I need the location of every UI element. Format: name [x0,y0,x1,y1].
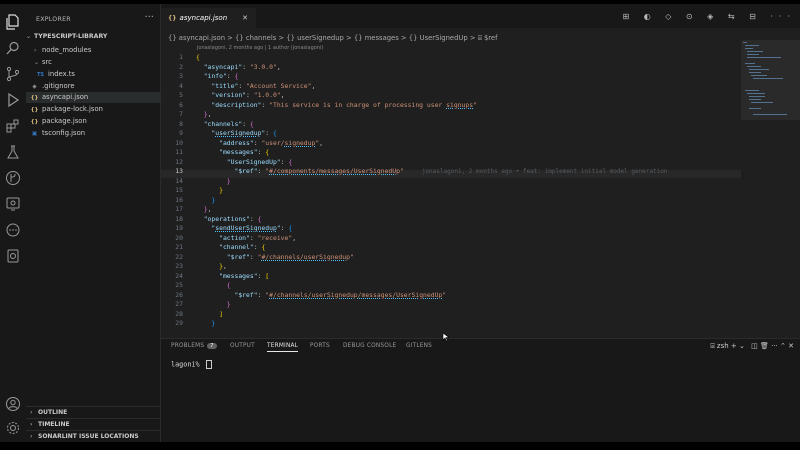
tree-item-label: node_modules [42,46,92,54]
explorer-title: EXPLORER [36,16,71,23]
terminal-prompt[interactable]: lagoni% [171,360,212,369]
close-icon[interactable]: ✕ [242,8,248,28]
trash-icon[interactable]: 🗑 [760,342,769,350]
tree-item-label: .gitignore [42,82,75,90]
chevron-right-icon: › [34,47,37,54]
run-debug-icon[interactable] [5,92,21,108]
minimap[interactable] [741,28,800,338]
tab-bar: {} asyncapi.json ✕ ⊞ ◐ ◇ ⊙ ◈ ⇆ ⊟ ··· [161,4,800,28]
tree-item-label: asyncapi.json [42,93,89,101]
tree-item-tsconfig-json[interactable]: ▣ tsconfig.json [26,128,164,139]
json-icon: {} [30,119,39,125]
new-terminal-icon[interactable]: + [731,342,737,350]
inline-blame[interactable]: jonaslagoni, 2 months ago • feat: implem… [422,168,668,175]
explorer-icon[interactable] [5,14,21,30]
json-icon: {} [30,107,39,113]
tree-item-package-json[interactable]: {} package.json [26,116,164,127]
panel-actions: ⌸ zsh + ⌄ ◫ 🗑 ··· ⌃ ✕ [710,342,794,351]
more-actions-icon[interactable]: ··· [144,12,154,23]
gitlens-icon[interactable] [5,170,21,186]
tree-item-gitignore[interactable]: ◆ .gitignore [26,81,164,92]
more-actions-icon[interactable]: ··· [771,342,778,350]
tab-output[interactable]: OUTPUT [230,343,255,349]
split-terminal-icon[interactable]: ◫ [751,342,758,350]
tree-item-asyncapi-json[interactable]: {} asyncapi.json [26,92,164,103]
section-label: OUTLINE [38,409,68,416]
chevron-right-icon: › [30,433,33,440]
breadcrumb[interactable]: {} asyncapi.json > {} channels > {} user… [168,34,498,43]
database-icon[interactable] [5,248,21,264]
project-folder[interactable]: ⌄ TYPESCRIPT-LIBRARY [26,31,160,42]
testing-icon[interactable] [5,144,21,160]
mouse-pointer-icon [442,332,450,342]
terminal-icon: ⌸ [710,342,715,350]
account-icon[interactable] [5,396,21,412]
more-icon[interactable] [5,222,21,238]
tab-label: PROBLEMS [171,343,205,349]
prompt-text: lagoni% [171,360,204,369]
activity-bar [0,4,27,442]
search-icon[interactable] [5,40,21,56]
tree-item-label: tsconfig.json [42,129,86,137]
tsconfig-icon: ▣ [31,131,38,137]
tree-item-package-lock-json[interactable]: {} package-lock.json [26,104,164,115]
terminal-cursor [205,360,212,369]
tab-debug-console[interactable]: DEBUG CONSOLE [343,343,396,349]
settings-gear-icon[interactable] [5,420,21,436]
close-icon[interactable]: ✕ [788,342,794,350]
shell-name[interactable]: zsh [717,342,729,350]
project-label: TYPESCRIPT-LIBRARY [34,33,108,40]
tree-item-src[interactable]: ⌄ src [26,57,168,68]
tab-problems[interactable]: PROBLEMS 7 [171,343,217,349]
chevron-down-icon[interactable]: ⌄ [739,342,745,350]
json-icon: {} [30,95,39,101]
problems-count-badge: 7 [207,343,217,349]
json-icon: {} [168,15,177,22]
blame-header[interactable]: jonaslagoni, 2 months ago | 1 author (jo… [197,45,323,51]
extensions-icon[interactable] [5,118,21,134]
source-control-icon[interactable] [5,66,21,82]
maximize-panel-icon[interactable]: ⌃ [780,342,786,350]
sonarlint-section[interactable]: › SONARLINT ISSUE LOCATIONS [26,430,160,442]
tree-item-label: package.json [42,117,87,125]
typescript-icon: TS [36,72,44,78]
vscode-window: EXPLORER ··· ⌄ TYPESCRIPT-LIBRARY › node_m… [0,4,800,442]
tree-item-label: index.ts [48,70,75,78]
section-label: SONARLINT ISSUE LOCATIONS [38,433,139,440]
tab-terminal[interactable]: TERMINAL [267,343,299,352]
section-label: TIMELINE [38,421,70,428]
tree-item-index-ts[interactable]: TS index.ts [26,69,170,80]
tree-item-label: src [42,58,52,66]
remote-explorer-icon[interactable] [5,196,21,212]
code-editor[interactable]: 1{ 2 "asyncapi": "3.0.0", 3 "info": { 4 … [161,52,741,337]
bottom-panel: PROBLEMS 7 OUTPUT TERMINAL PORTS DEBUG CO… [161,338,800,442]
editor-area: {} asyncapi.json ✕ ⊞ ◐ ◇ ⊙ ◈ ⇆ ⊟ ··· {} a… [161,4,800,442]
tab-label: asyncapi.json [179,14,228,22]
tree-item-label: package-lock.json [42,105,103,113]
tab-gitlens[interactable]: GITLENS [406,343,432,349]
tab-asyncapi-json[interactable]: {} asyncapi.json ✕ [161,8,256,28]
chevron-down-icon: ⌄ [34,59,40,66]
chevron-down-icon: ⌄ [26,33,32,40]
tab-ports[interactable]: PORTS [310,343,330,349]
explorer-sidebar: EXPLORER ··· ⌄ TYPESCRIPT-LIBRARY › node_m… [26,4,164,442]
editor-actions[interactable]: ⊞ ◐ ◇ ⊙ ◈ ⇆ ⊟ ··· [622,12,796,21]
tree-item-node-modules[interactable]: › node_modules [26,45,168,56]
